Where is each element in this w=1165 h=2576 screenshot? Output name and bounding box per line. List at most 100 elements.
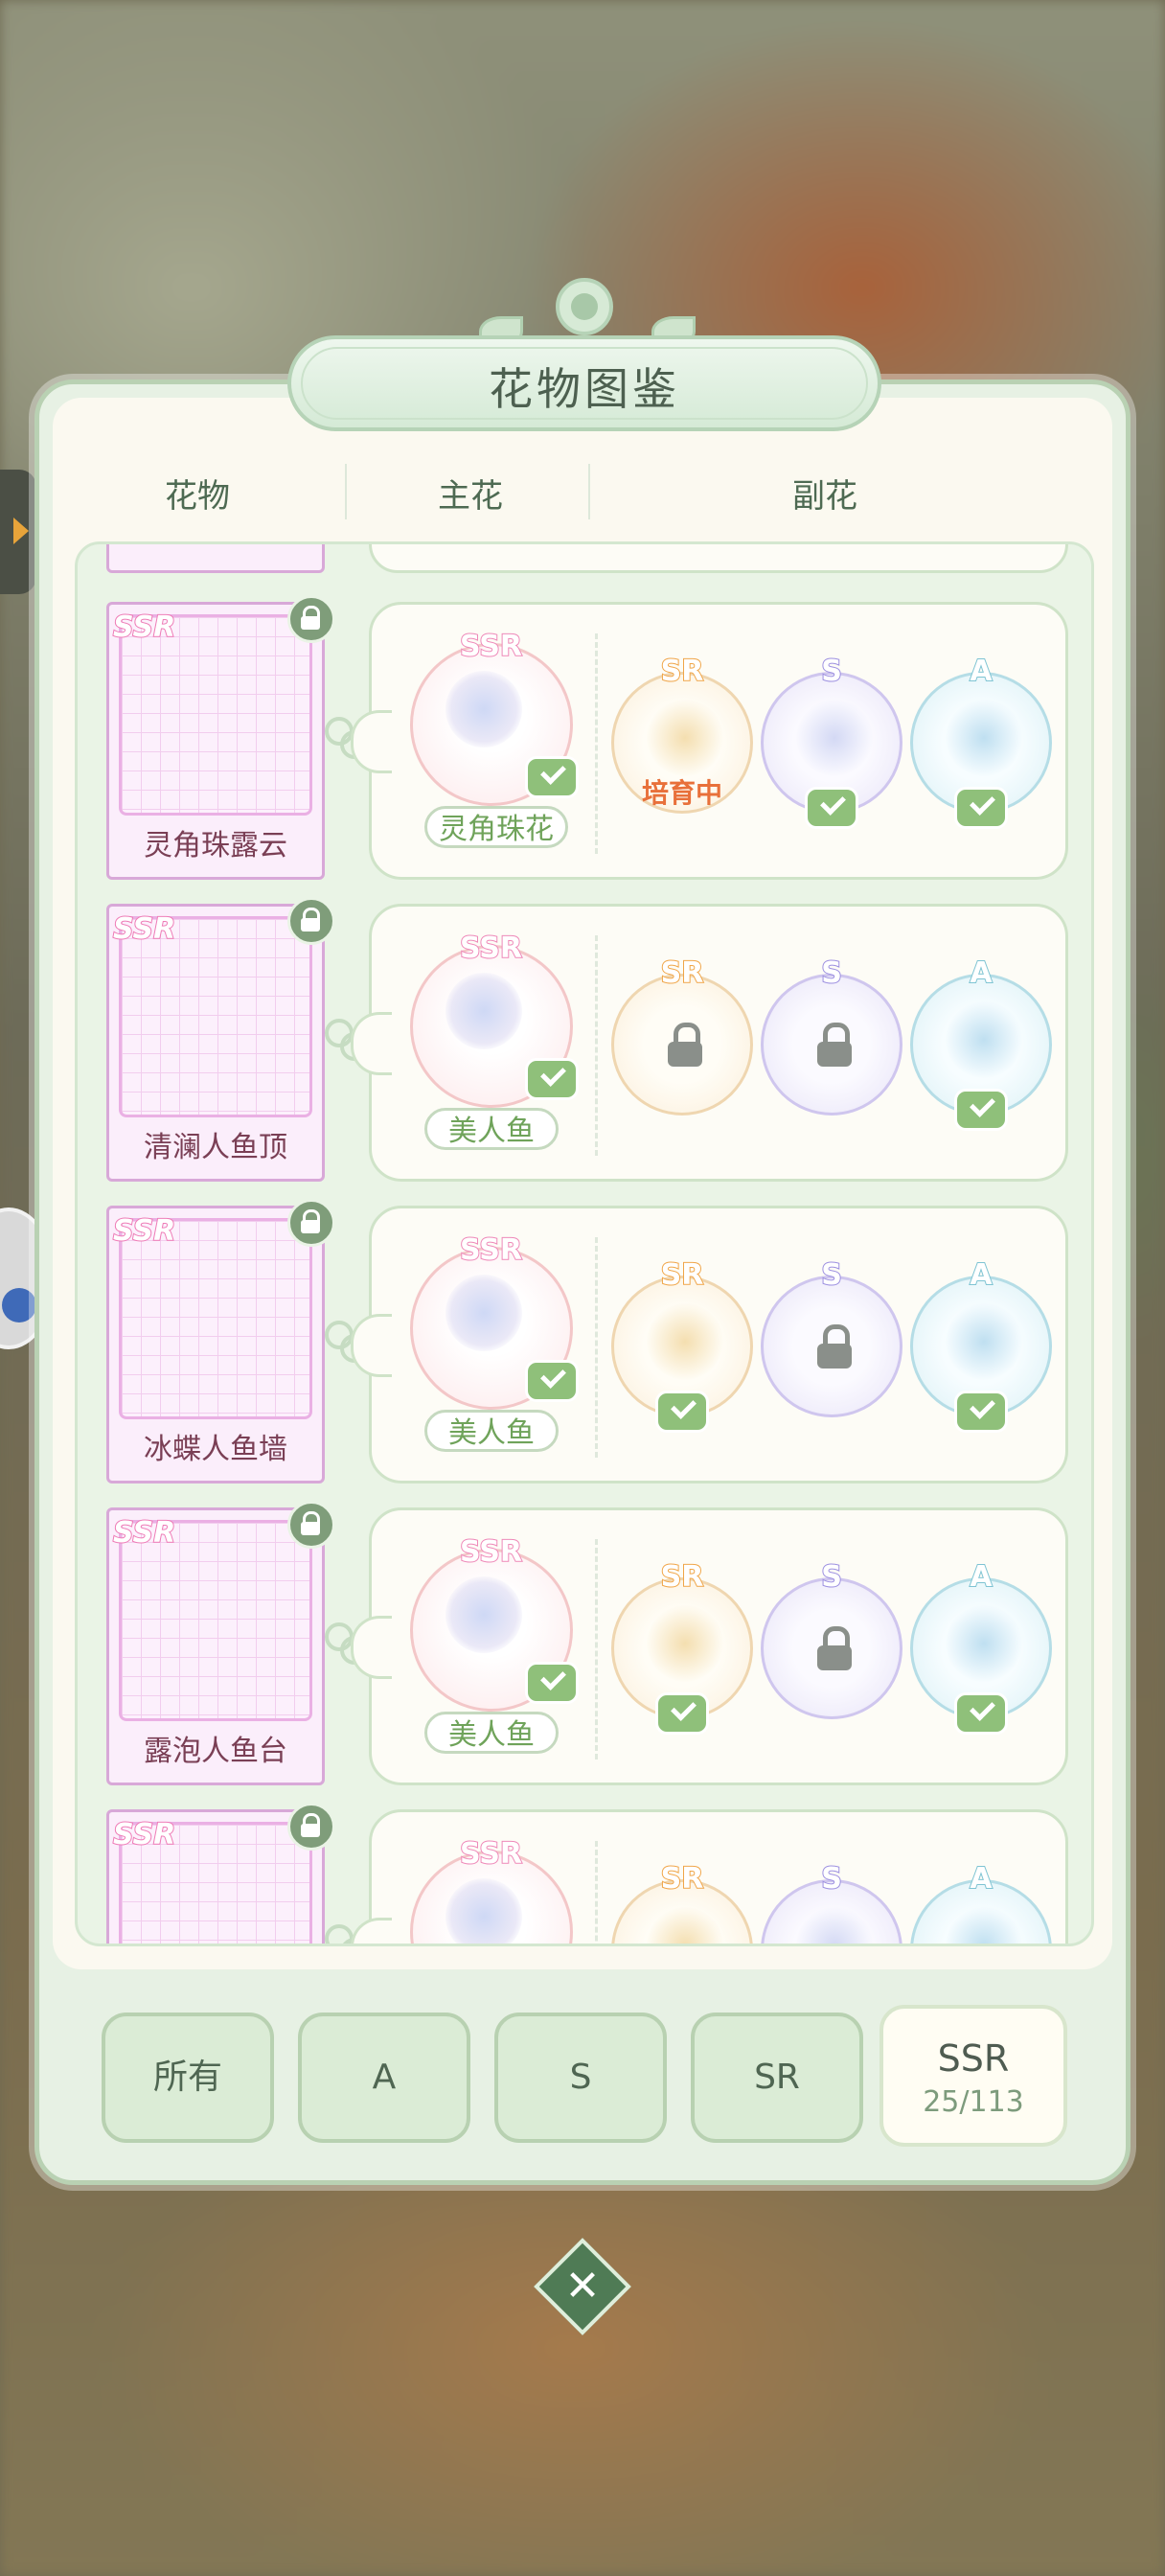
list-item[interactable]: SSR 露泡人鱼台 SSR 美人鱼 SR S A bbox=[78, 1501, 1091, 1785]
flower-ornament-icon bbox=[556, 278, 613, 335]
filter-ssr-label: SSR bbox=[937, 2037, 1010, 2080]
main-flower-image bbox=[445, 671, 522, 748]
dashed-divider bbox=[595, 1237, 598, 1458]
dashed-divider bbox=[595, 633, 598, 854]
sub-flower-icon-s[interactable] bbox=[761, 974, 902, 1116]
sub-flower-image bbox=[946, 700, 1022, 776]
sub-flower-grade: S bbox=[820, 1257, 843, 1293]
flower-item-card[interactable]: SSR bbox=[106, 1803, 335, 1944]
dashed-divider bbox=[595, 1841, 598, 1944]
check-icon bbox=[954, 1391, 1008, 1433]
flower-item-name: 冰蝶人鱼墙 bbox=[144, 1433, 287, 1466]
sub-flower-grade: A bbox=[969, 1257, 993, 1293]
lock-icon bbox=[287, 1199, 335, 1247]
filter-s-button[interactable]: S bbox=[494, 2012, 667, 2143]
main-flower-image bbox=[445, 1878, 522, 1944]
sub-flower-image bbox=[946, 1001, 1022, 1078]
sub-flower-image bbox=[946, 1605, 1022, 1682]
flower-item-card[interactable]: SSR 露泡人鱼台 bbox=[106, 1501, 335, 1785]
main-flower-image bbox=[445, 973, 522, 1049]
main-flower-name: 美人鱼 bbox=[424, 1712, 559, 1754]
flower-item-name: 灵角珠露云 bbox=[144, 829, 287, 862]
dashed-divider bbox=[595, 1539, 598, 1760]
growing-status: 培育中 bbox=[641, 777, 722, 809]
ssr-grade-tag: SSR bbox=[112, 911, 176, 947]
sub-flower-icon-sr[interactable]: 培育中 bbox=[611, 672, 753, 814]
ssr-grade-tag: SSR bbox=[112, 1817, 176, 1852]
check-icon bbox=[525, 756, 579, 798]
main-flower-grade: SSR bbox=[459, 1232, 523, 1268]
check-icon bbox=[525, 1662, 579, 1704]
sub-flower-image bbox=[946, 1907, 1022, 1944]
sub-flower-image bbox=[647, 1907, 723, 1944]
sub-flower-grade: S bbox=[820, 654, 843, 689]
sub-flower-icon-s[interactable] bbox=[761, 1577, 902, 1719]
ssr-grade-tag: SSR bbox=[112, 610, 176, 645]
column-header-main-flower: 主花 bbox=[438, 477, 503, 516]
chat-icon bbox=[2, 1288, 36, 1322]
flower-item-name: 清澜人鱼顶 bbox=[144, 1131, 287, 1164]
ssr-grade-tag: SSR bbox=[112, 1213, 176, 1249]
sub-flower-icon-s[interactable] bbox=[761, 1276, 902, 1417]
filter-ssr-button[interactable]: SSR 25/113 bbox=[879, 2005, 1067, 2147]
column-header-flower-item: 花物 bbox=[165, 477, 230, 516]
main-flower-grade: SSR bbox=[459, 931, 523, 966]
panel-notch bbox=[351, 1616, 392, 1679]
collection-list[interactable]: SSR 灵角珠露云 SSR 灵角珠花 培育中 SR S A SSR 清澜人鱼顶 SSR 美人鱼 SR S A… bbox=[75, 541, 1094, 1946]
flower-item-card[interactable]: SSR 冰蝶人鱼墙 bbox=[106, 1199, 335, 1484]
filter-a-button[interactable]: A bbox=[298, 2012, 470, 2143]
side-expand-tab[interactable] bbox=[0, 470, 36, 594]
lock-icon bbox=[287, 897, 335, 945]
sub-flower-grade: SR bbox=[660, 1861, 705, 1897]
sub-flower-image bbox=[946, 1303, 1022, 1380]
column-header-sub-flower: 副花 bbox=[792, 477, 857, 516]
sub-flower-grade: A bbox=[969, 1861, 993, 1897]
sub-flower-grade: SR bbox=[660, 955, 705, 991]
lock-icon bbox=[664, 1023, 706, 1069]
main-flower-grade: SSR bbox=[459, 1534, 523, 1570]
lock-icon bbox=[287, 1501, 335, 1549]
list-item[interactable]: SSR SSR SR S A bbox=[78, 1803, 1091, 1944]
lock-icon bbox=[287, 595, 335, 643]
flower-recipe-panel: SSR 美人鱼 SR S A bbox=[351, 904, 1068, 1182]
flower-item-card[interactable]: SSR 清澜人鱼顶 bbox=[106, 897, 335, 1182]
filter-sr-button[interactable]: SR bbox=[691, 2012, 863, 2143]
arrow-right-icon bbox=[13, 518, 29, 544]
sub-flower-image bbox=[796, 700, 873, 776]
check-icon bbox=[655, 1692, 709, 1735]
main-flower-name: 美人鱼 bbox=[424, 1108, 559, 1150]
sub-flower-grade: A bbox=[969, 654, 993, 689]
check-icon bbox=[954, 1089, 1008, 1131]
flower-recipe-panel: SSR 美人鱼 SR S A bbox=[351, 1206, 1068, 1484]
dashed-divider bbox=[595, 935, 598, 1156]
main-flower-name: 灵角珠花 bbox=[424, 806, 568, 848]
list-item[interactable]: SSR 清澜人鱼顶 SSR 美人鱼 SR S A bbox=[78, 897, 1091, 1182]
panel-notch bbox=[351, 1918, 392, 1944]
sub-flower-grade: SR bbox=[660, 1257, 705, 1293]
lock-icon bbox=[813, 1324, 856, 1370]
item-card bbox=[106, 544, 325, 573]
column-headers: 花物 主花 副花 bbox=[50, 460, 1104, 527]
flower-item-card[interactable]: SSR 灵角珠露云 bbox=[106, 595, 335, 880]
column-divider bbox=[345, 464, 347, 519]
check-icon bbox=[805, 787, 858, 829]
panel-notch bbox=[351, 1314, 392, 1377]
panel-notch bbox=[351, 710, 392, 773]
main-flower-image bbox=[445, 1576, 522, 1653]
main-flower-grade: SSR bbox=[459, 1836, 523, 1872]
sub-flower-grade: SR bbox=[660, 654, 705, 689]
flower-item-image bbox=[119, 1218, 312, 1419]
grade-filter-bar: 所有 A S SR SSR 25/113 bbox=[46, 1976, 1119, 2158]
sub-flower-icon-sr[interactable] bbox=[611, 974, 753, 1116]
close-icon: ✕ bbox=[564, 2262, 601, 2311]
lock-icon bbox=[813, 1023, 856, 1069]
ssr-grade-tag: SSR bbox=[112, 1515, 176, 1551]
main-flower-name: 美人鱼 bbox=[424, 1410, 559, 1452]
flower-item-image bbox=[119, 1520, 312, 1721]
sub-flower-grade: S bbox=[820, 1861, 843, 1897]
list-item[interactable]: SSR 灵角珠露云 SSR 灵角珠花 培育中 SR S A bbox=[78, 595, 1091, 880]
sub-flower-grade: SR bbox=[660, 1559, 705, 1595]
list-item[interactable]: SSR 冰蝶人鱼墙 SSR 美人鱼 SR S A bbox=[78, 1199, 1091, 1484]
check-icon bbox=[655, 1391, 709, 1433]
filter-all-button[interactable]: 所有 bbox=[102, 2012, 274, 2143]
